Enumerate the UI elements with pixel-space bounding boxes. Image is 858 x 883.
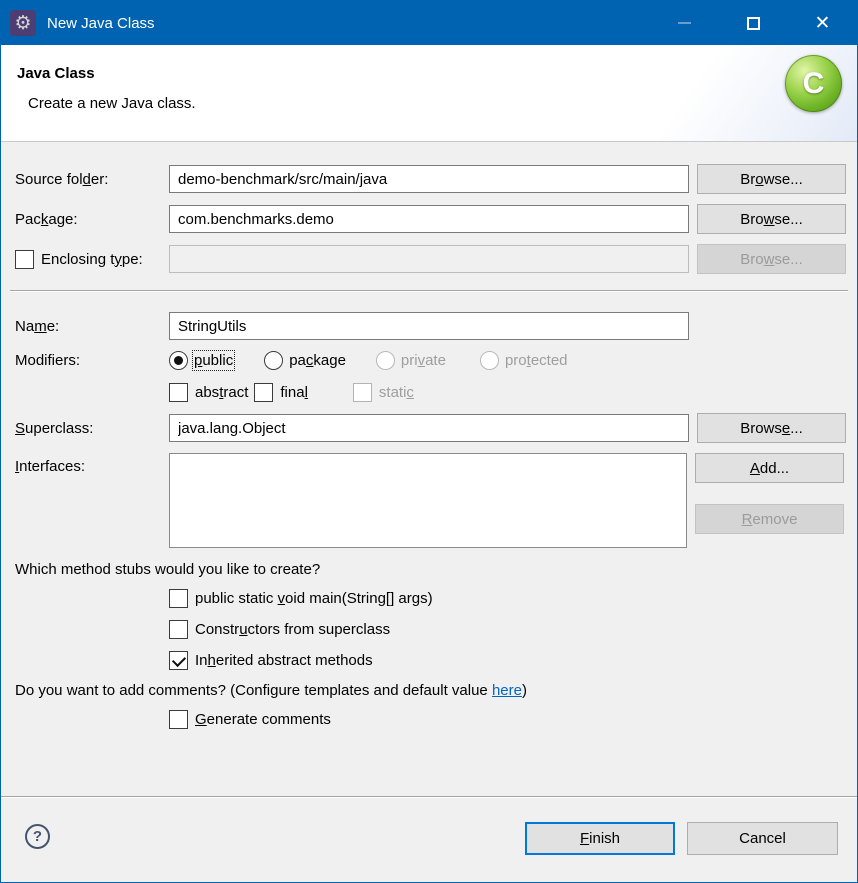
enclosing-type-option: Enclosing type: xyxy=(15,249,169,269)
modifier-abstract: abstract xyxy=(169,382,249,402)
java-class-icon: C xyxy=(785,55,842,112)
package-label: Package: xyxy=(15,210,78,228)
source-folder-browse-button[interactable]: Br o wse... xyxy=(697,164,846,194)
page-subtitle: Create a new Java class. xyxy=(28,95,196,112)
name-row: Name: xyxy=(15,312,844,340)
stub-inherited-option: Inherited abstract methods xyxy=(169,649,844,671)
section-separator xyxy=(10,290,848,292)
main-method-label: public static void main(String[] args) xyxy=(195,589,433,607)
static-checkbox xyxy=(352,382,372,402)
source-folder-row: Source folder: Browse... xyxy=(15,164,846,194)
superclass-input[interactable] xyxy=(169,414,689,442)
interfaces-remove-button: Remove xyxy=(695,504,844,534)
interfaces-list[interactable] xyxy=(169,453,687,548)
maximize-button[interactable] xyxy=(719,1,788,45)
minimize-icon xyxy=(678,22,691,24)
final-label: final xyxy=(280,383,308,401)
modifiers-label: Modifiers: xyxy=(15,351,81,369)
close-button[interactable]: ✕ xyxy=(788,1,857,45)
enclosing-type-input xyxy=(169,245,689,273)
static-label: static xyxy=(378,383,414,401)
finish-button[interactable]: Finish xyxy=(525,822,675,855)
source-folder-label: Source folder: xyxy=(15,170,109,188)
protected-radio-label: protected xyxy=(504,351,568,369)
generate-comments-checkbox[interactable] xyxy=(169,709,188,729)
final-checkbox[interactable] xyxy=(254,382,274,402)
interfaces-add-button[interactable]: Add... xyxy=(695,453,844,483)
name-label: Name: xyxy=(15,317,60,335)
modifiers-checkbox-row: abstract final static xyxy=(15,381,844,403)
method-stubs-question: Which method stubs would you like to cre… xyxy=(15,561,321,578)
package-radio[interactable] xyxy=(264,350,284,370)
source-folder-input[interactable] xyxy=(169,165,689,193)
private-radio xyxy=(375,350,395,370)
generate-comments-option: Generate comments xyxy=(169,708,844,730)
interfaces-row: Interfaces: Add... Remove xyxy=(15,453,844,548)
wizard-header: Java Class Create a new Java class. C xyxy=(1,45,857,142)
modifier-protected: protected xyxy=(479,350,568,370)
superclass-row: Superclass: Browse... xyxy=(15,413,846,443)
comments-question: Do you want to add comments? (Configure … xyxy=(15,682,527,699)
package-input[interactable] xyxy=(169,205,689,233)
stub-main-option: public static void main(String[] args) xyxy=(169,587,844,609)
private-radio-label: private xyxy=(400,351,446,369)
title-bar: ⚙ New Java Class ✕ xyxy=(1,1,857,45)
name-input[interactable] xyxy=(169,312,689,340)
modifier-public: public xyxy=(169,349,236,371)
cancel-button[interactable]: Cancel xyxy=(687,822,838,855)
eclipse-wizard-icon: ⚙ xyxy=(10,10,36,36)
superclass-browse-button[interactable]: Brows e... xyxy=(697,413,846,443)
main-method-checkbox[interactable] xyxy=(169,588,188,608)
footer-bar: ? Finish Cancel xyxy=(1,798,857,882)
abstract-checkbox[interactable] xyxy=(169,382,188,402)
enclosing-type-row: Enclosing type: Bro w se... xyxy=(15,244,846,274)
public-radio[interactable] xyxy=(169,350,188,370)
package-row: Package: Browse... xyxy=(15,204,846,234)
new-java-class-dialog: ⚙ New Java Class ✕ Java Class Create a n… xyxy=(0,0,858,883)
package-browse-button[interactable]: Bro w se... xyxy=(697,204,846,234)
inherited-methods-checkbox[interactable] xyxy=(169,650,188,670)
form-body: Source folder: Browse... Package: Browse… xyxy=(1,142,857,730)
modifier-final: final xyxy=(254,382,308,402)
inherited-methods-label: Inherited abstract methods xyxy=(195,651,373,669)
help-icon[interactable]: ? xyxy=(25,824,50,849)
modifier-private: private xyxy=(375,350,446,370)
maximize-icon xyxy=(747,16,760,30)
interfaces-label: Interfaces: xyxy=(15,458,86,475)
generate-comments-label: Generate comments xyxy=(195,710,331,728)
configure-templates-link[interactable]: here xyxy=(492,682,522,699)
window-controls: ✕ xyxy=(650,1,857,45)
enclosing-type-browse-button: Bro w se... xyxy=(697,244,846,274)
superclass-label: Superclass: xyxy=(15,419,94,437)
constructors-label: Constructors from superclass xyxy=(195,620,391,638)
enclosing-type-checkbox[interactable] xyxy=(15,249,34,269)
stub-constructors-option: Constructors from superclass xyxy=(169,618,844,640)
enclosing-type-label: Enclosing type: xyxy=(41,250,143,268)
public-label: public xyxy=(191,349,236,371)
modifier-static: static xyxy=(352,382,414,402)
modifier-package: package xyxy=(264,350,346,370)
modifiers-radio-row: Modifiers: public package private protec… xyxy=(15,348,844,372)
minimize-button[interactable] xyxy=(650,1,719,45)
window-title: New Java Class xyxy=(47,14,155,32)
constructors-checkbox[interactable] xyxy=(169,619,188,639)
abstract-label: abstract xyxy=(195,383,249,401)
page-title: Java Class xyxy=(17,65,95,82)
package-radio-label: package xyxy=(289,351,346,369)
protected-radio xyxy=(479,350,499,370)
